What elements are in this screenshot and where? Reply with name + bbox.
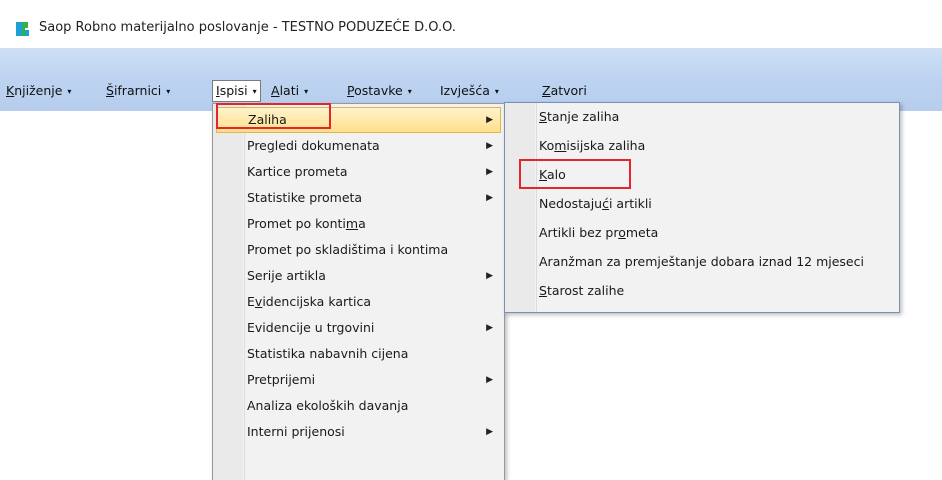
submenu-arrow-icon: ▶ bbox=[486, 141, 493, 151]
submenu-arrow-icon: ▶ bbox=[486, 193, 493, 203]
menu-alati[interactable]: Alati ▾ bbox=[267, 80, 312, 102]
menu-izvjesca[interactable]: Izvješća ▾ bbox=[436, 80, 503, 102]
menu-zatvori[interactable]: Zatvori bbox=[538, 80, 591, 102]
submenu-arrow-icon: ▶ bbox=[486, 427, 493, 437]
zaliha-item-artikli-bez-prometa[interactable]: Artikli bez prometa bbox=[508, 220, 896, 246]
ispisi-item-statistika-nabavnih-cijena[interactable]: Statistika nabavnih cijena bbox=[216, 341, 501, 367]
annotation-highlight-zaliha bbox=[216, 103, 331, 129]
zaliha-item-stanje-zaliha[interactable]: Stanje zaliha bbox=[508, 104, 896, 130]
ispisi-item-evidencije-u-trgovini[interactable]: Evidencije u trgovini ▶ bbox=[216, 315, 501, 341]
ispisi-item-promet-po-kontima[interactable]: Promet po kontima bbox=[216, 211, 501, 237]
chevron-down-icon: ▾ bbox=[166, 87, 171, 96]
ispisi-item-analiza-ekoloskih-davanja[interactable]: Analiza ekoloških davanja bbox=[216, 393, 501, 419]
zaliha-item-aranzman[interactable]: Aranžman za premještanje dobara iznad 12… bbox=[508, 249, 896, 275]
zaliha-item-starost-zalihe[interactable]: Starost zalihe bbox=[508, 278, 896, 304]
submenu-arrow-icon: ▶ bbox=[486, 167, 493, 177]
submenu-arrow-icon: ▶ bbox=[486, 375, 493, 385]
ispisi-item-pretprijemi[interactable]: Pretprijemi ▶ bbox=[216, 367, 501, 393]
ispisi-item-promet-po-skladistima[interactable]: Promet po skladištima i kontima bbox=[216, 237, 501, 263]
submenu-arrow-icon: ▶ bbox=[486, 323, 493, 333]
ispisi-item-statistike-prometa[interactable]: Statistike prometa ▶ bbox=[216, 185, 501, 211]
title-bar: Saop Robno materijalno poslovanje - TEST… bbox=[0, 0, 942, 48]
chevron-down-icon: ▾ bbox=[304, 87, 309, 96]
chevron-down-icon: ▾ bbox=[252, 87, 257, 96]
chevron-down-icon: ▾ bbox=[407, 87, 412, 96]
menu-ispisi[interactable]: Ispisi ▾ bbox=[212, 80, 261, 102]
annotation-highlight-kalo bbox=[519, 159, 631, 189]
ispisi-dropdown: Zaliha ▶ Pregledi dokumenata ▶ Kartice p… bbox=[212, 103, 505, 480]
zaliha-submenu: Stanje zaliha Komisijska zaliha Kalo Ned… bbox=[504, 102, 900, 313]
chevron-down-icon: ▾ bbox=[494, 87, 499, 96]
menu-sifrarnici[interactable]: Šifrarnici ▾ bbox=[102, 80, 174, 102]
zaliha-item-komisijska-zaliha[interactable]: Komisijska zaliha bbox=[508, 133, 896, 159]
window-title: Saop Robno materijalno poslovanje - TEST… bbox=[39, 20, 456, 35]
submenu-arrow-icon: ▶ bbox=[486, 115, 493, 125]
menu-postavke[interactable]: Postavke ▾ bbox=[343, 80, 416, 102]
ispisi-item-kartice-prometa[interactable]: Kartice prometa ▶ bbox=[216, 159, 501, 185]
submenu-arrow-icon: ▶ bbox=[486, 271, 493, 281]
ispisi-item-interni-prijenosi[interactable]: Interni prijenosi ▶ bbox=[216, 419, 501, 445]
ispisi-item-pregledi-dokumenata[interactable]: Pregledi dokumenata ▶ bbox=[216, 133, 501, 159]
saop-app-icon bbox=[16, 22, 29, 36]
ispisi-item-evidencijska-kartica[interactable]: Evidencijska kartica bbox=[216, 289, 501, 315]
menu-knjizenje[interactable]: Knjiženje ▾ bbox=[2, 80, 75, 102]
chevron-down-icon: ▾ bbox=[67, 87, 72, 96]
zaliha-item-nedostajuci-artikli[interactable]: Nedostajući artikli bbox=[508, 191, 896, 217]
ispisi-item-serije-artikla[interactable]: Serije artikla ▶ bbox=[216, 263, 501, 289]
